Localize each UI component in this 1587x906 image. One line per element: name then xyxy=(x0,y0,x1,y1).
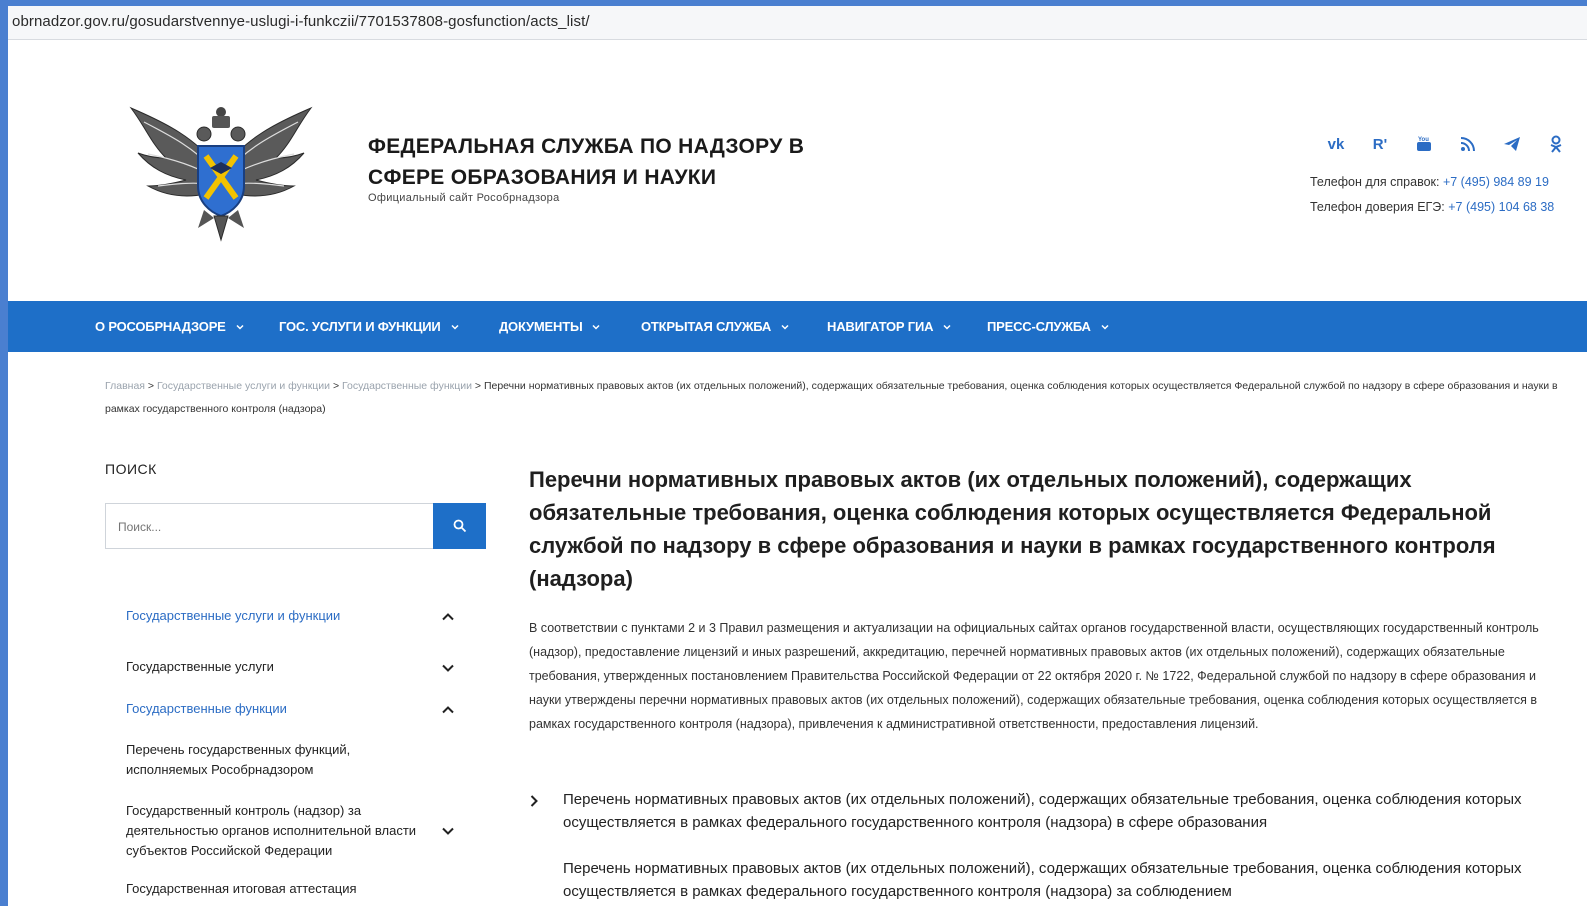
browser-frame-left xyxy=(0,0,8,906)
search-icon xyxy=(453,519,466,533)
nav-item-about[interactable]: О РОСОБРНАДЗОРЕ xyxy=(95,301,244,352)
chevron-right-icon xyxy=(530,795,538,807)
address-bar[interactable]: obrnadzor.gov.ru/gosudarstvennye-uslugi-… xyxy=(8,6,1587,40)
telegram-icon[interactable] xyxy=(1500,132,1524,156)
chevron-up-icon[interactable] xyxy=(441,703,455,717)
sidebar-item-functions-list[interactable]: Перечень государственных функций, исполн… xyxy=(126,740,406,780)
organization-subtitle: Официальный сайт Рособрнадзора xyxy=(368,192,560,204)
rosobrnadzor-emblem-icon[interactable] xyxy=(126,98,316,244)
sidebar-item-regional-control[interactable]: Государственный контроль (надзор) за дея… xyxy=(126,801,436,861)
youtube-icon[interactable]: You xyxy=(1412,132,1436,156)
odnoklassniki-icon[interactable] xyxy=(1544,132,1568,156)
main-navigation: О РОСОБРНАДЗОРЕ ГОС. УСЛУГИ И ФУНКЦИИ ДО… xyxy=(8,301,1587,352)
chevron-down-icon[interactable] xyxy=(441,661,455,675)
nav-item-label: ДОКУМЕНТЫ xyxy=(499,319,583,334)
hotline-phone-label: Телефон доверия ЕГЭ: xyxy=(1310,200,1449,214)
nav-item-services[interactable]: ГОС. УСЛУГИ И ФУНКЦИИ xyxy=(279,301,459,352)
chevron-down-icon xyxy=(781,324,789,330)
organization-title[interactable]: ФЕДЕРАЛЬНАЯ СЛУЖБА ПО НАДЗОРУ В СФЕРЕ ОБ… xyxy=(368,131,808,193)
chevron-down-icon[interactable] xyxy=(441,824,455,838)
nav-item-open-service[interactable]: ОТКРЫТАЯ СЛУЖБА xyxy=(641,301,789,352)
page-title: Перечни нормативных правовых актов (их о… xyxy=(529,467,1496,591)
chevron-down-icon xyxy=(236,324,244,330)
rutube-icon[interactable]: R' xyxy=(1368,132,1392,156)
reference-phone-link[interactable]: +7 (495) 984 89 19 xyxy=(1443,175,1549,189)
nav-item-label: О РОСОБРНАДЗОРЕ xyxy=(95,319,226,334)
search-heading: ПОИСК xyxy=(105,461,157,477)
hotline-phone-row: Телефон доверия ЕГЭ: +7 (495) 104 68 38 xyxy=(1310,195,1554,220)
sidebar-item-final-attestation[interactable]: Государственная итоговая аттестация xyxy=(126,879,357,899)
intro-paragraph: В соответствии с пунктами 2 и 3 Правил р… xyxy=(529,621,1539,731)
sidebar-item-services[interactable]: Государственные услуги xyxy=(126,657,274,677)
nav-item-documents[interactable]: ДОКУМЕНТЫ xyxy=(499,301,601,352)
social-links: vk R' You xyxy=(1324,132,1587,156)
chevron-down-icon xyxy=(1101,324,1109,330)
accordion-item-education-control[interactable]: Перечень нормативных правовых актов (их … xyxy=(529,788,1564,836)
nav-item-gia-navigator[interactable]: НАВИГАТОР ГИА xyxy=(827,301,951,352)
reference-phone-row: Телефон для справок: +7 (495) 984 89 19 xyxy=(1310,170,1554,195)
hotline-phone-link[interactable]: +7 (495) 104 68 38 xyxy=(1448,200,1554,214)
breadcrumb-separator: > xyxy=(144,380,157,392)
search-form xyxy=(105,503,486,549)
search-input[interactable] xyxy=(116,513,420,541)
site-header: ФЕДЕРАЛЬНАЯ СЛУЖБА ПО НАДЗОРУ В СФЕРЕ ОБ… xyxy=(8,40,1587,301)
nav-item-press[interactable]: ПРЕСС-СЛУЖБА xyxy=(987,301,1109,352)
nav-item-label: ГОС. УСЛУГИ И ФУНКЦИИ xyxy=(279,319,441,334)
nav-item-label: ПРЕСС-СЛУЖБА xyxy=(987,319,1091,334)
nav-item-label: ОТКРЫТАЯ СЛУЖБА xyxy=(641,319,772,334)
url-text[interactable]: obrnadzor.gov.ru/gosudarstvennye-uslugi-… xyxy=(12,13,590,30)
sidebar-item-functions[interactable]: Государственные функции xyxy=(126,699,287,719)
chevron-up-icon[interactable] xyxy=(441,610,455,624)
rss-icon[interactable] xyxy=(1456,132,1480,156)
accordion-item-label: Перечень нормативных правовых актов (их … xyxy=(563,860,1522,900)
contact-phones: Телефон для справок: +7 (495) 984 89 19 … xyxy=(1310,170,1554,220)
accordion-item-label: Перечень нормативных правовых актов (их … xyxy=(563,791,1522,831)
search-button[interactable] xyxy=(433,503,486,549)
chevron-down-icon xyxy=(943,324,951,330)
chevron-down-icon xyxy=(451,324,459,330)
breadcrumb-link-home[interactable]: Главная xyxy=(105,380,145,392)
breadcrumb: Главная > Государственные услуги и функц… xyxy=(105,375,1575,421)
vk-icon[interactable]: vk xyxy=(1324,132,1348,156)
breadcrumb-link-functions[interactable]: Государственные функции xyxy=(342,380,472,392)
accordion-item-compliance-control[interactable]: Перечень нормативных правовых актов (их … xyxy=(529,857,1564,906)
chevron-down-icon xyxy=(592,324,601,330)
svg-text:You: You xyxy=(1418,137,1429,143)
breadcrumb-link-services[interactable]: Государственные услуги и функции xyxy=(157,380,330,392)
nav-item-label: НАВИГАТОР ГИА xyxy=(827,319,934,334)
breadcrumb-separator: > xyxy=(330,380,343,392)
breadcrumb-separator: > xyxy=(471,380,484,392)
reference-phone-label: Телефон для справок: xyxy=(1310,175,1443,189)
sidebar-item-services-and-functions[interactable]: Государственные услуги и функции xyxy=(126,606,340,626)
